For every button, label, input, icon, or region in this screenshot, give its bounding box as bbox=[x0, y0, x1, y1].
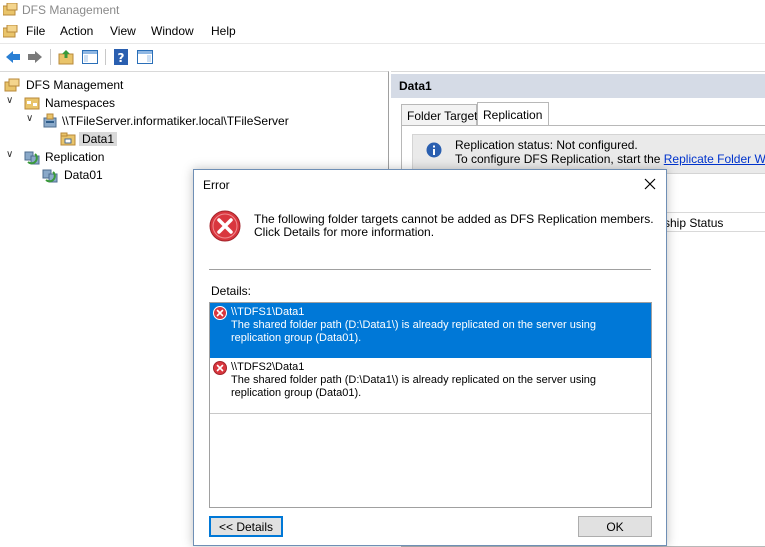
tree-label: DFS Management bbox=[26, 78, 124, 92]
menu-window[interactable]: Window bbox=[151, 24, 194, 38]
error-icon bbox=[213, 361, 227, 375]
toolbar-separator bbox=[50, 49, 51, 65]
info-icon bbox=[426, 142, 442, 158]
menu-bar: File Action View Window Help bbox=[0, 21, 765, 42]
error-icon bbox=[209, 210, 241, 242]
title-bar: DFS Management bbox=[0, 0, 765, 20]
window-title: DFS Management bbox=[22, 3, 120, 17]
show-hide-tree-icon[interactable] bbox=[81, 48, 99, 66]
svg-text:?: ? bbox=[118, 51, 125, 65]
namespaces-icon bbox=[24, 95, 40, 111]
folder-icon bbox=[60, 131, 76, 147]
detail-item-message: The shared folder path (D:\Data1\) is al… bbox=[231, 374, 597, 399]
dfs-management-icon bbox=[4, 77, 20, 93]
configure-hint: To configure DFS Replication, start the … bbox=[455, 152, 765, 166]
help-icon[interactable]: ? bbox=[112, 48, 130, 66]
close-icon[interactable] bbox=[640, 174, 660, 194]
replication-group-icon bbox=[42, 167, 58, 183]
chevron-down-icon[interactable]: ∨ bbox=[6, 149, 13, 160]
menu-view[interactable]: View bbox=[110, 24, 136, 38]
detail-item-message: The shared folder path (D:\Data1\) is al… bbox=[231, 319, 597, 344]
error-dialog: Error The following folder targets canno… bbox=[193, 169, 667, 546]
replicate-folder-wizard-link[interactable]: Replicate Folder Wizard bbox=[664, 152, 765, 166]
ok-button[interactable]: OK bbox=[578, 516, 652, 537]
chevron-down-icon[interactable]: ∨ bbox=[6, 95, 13, 106]
tree-label: Data01 bbox=[64, 168, 103, 182]
menu-help[interactable]: Help bbox=[211, 24, 236, 38]
list-item[interactable]: \\TDFS1\Data1 The shared folder path (D:… bbox=[210, 303, 651, 358]
replication-status-text: Replication status: Not configured. bbox=[455, 138, 638, 152]
error-icon bbox=[213, 306, 227, 320]
replication-icon bbox=[24, 149, 40, 165]
menu-file[interactable]: File bbox=[26, 24, 45, 38]
tree-label: Data1 bbox=[79, 132, 118, 146]
toolbar-separator bbox=[105, 49, 106, 65]
details-toggle-button[interactable]: << Details bbox=[209, 516, 283, 537]
details-list[interactable]: \\TDFS1\Data1 The shared folder path (D:… bbox=[209, 302, 652, 508]
action-pane-icon[interactable] bbox=[136, 48, 154, 66]
tab-folder-targets[interactable]: Folder Targets bbox=[401, 104, 483, 126]
dialog-title-bar: Error bbox=[194, 170, 666, 198]
tree-label: Namespaces bbox=[45, 96, 116, 110]
tab-replication[interactable]: Replication bbox=[477, 102, 549, 126]
list-item[interactable]: \\TDFS2\Data1 The shared folder path (D:… bbox=[210, 358, 651, 413]
toolbar: ? bbox=[0, 43, 765, 70]
tree-label: \\TFileServer.informatiker.local\TFileSe… bbox=[62, 114, 289, 128]
up-folder-icon[interactable] bbox=[57, 48, 75, 66]
back-icon[interactable] bbox=[4, 48, 22, 66]
pane-header: Data1 bbox=[391, 74, 765, 98]
detail-item-title: \\TDFS1\Data1 bbox=[231, 306, 305, 318]
menu-action[interactable]: Action bbox=[60, 24, 93, 38]
dialog-title: Error bbox=[203, 178, 230, 192]
configure-hint-text: To configure DFS Replication, start the bbox=[455, 152, 664, 166]
list-divider bbox=[210, 413, 651, 414]
replication-status-box: Replication status: Not configured. To c… bbox=[412, 134, 765, 174]
divider bbox=[209, 269, 651, 270]
chevron-down-icon[interactable]: ∨ bbox=[26, 113, 33, 124]
forward-icon[interactable] bbox=[26, 48, 44, 66]
membership-status-header[interactable]: rship Status bbox=[660, 216, 723, 230]
tree-label: Replication bbox=[45, 150, 105, 164]
error-message: The following folder targets cannot be a… bbox=[254, 212, 654, 239]
detail-item-title: \\TDFS2\Data1 bbox=[231, 361, 305, 373]
namespace-server-icon bbox=[42, 113, 58, 129]
dfs-app-icon bbox=[2, 2, 18, 16]
details-label: Details: bbox=[211, 284, 252, 298]
app-menu-icon[interactable] bbox=[2, 24, 18, 38]
